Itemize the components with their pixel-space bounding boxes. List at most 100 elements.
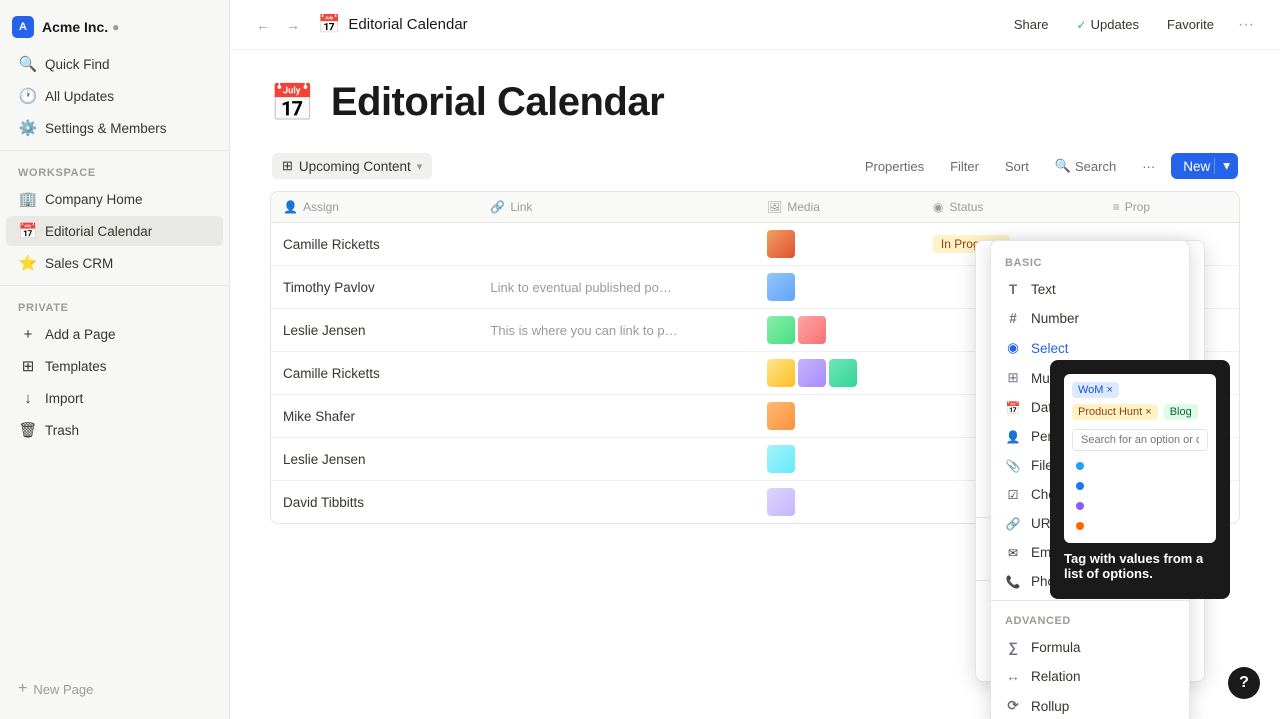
url-type-icon: 🔗 bbox=[1005, 517, 1021, 531]
cell-link[interactable]: This is where you can link to p… bbox=[478, 309, 755, 352]
cell-assign[interactable]: Camille Ricketts bbox=[271, 352, 478, 395]
sort-button[interactable]: Sort bbox=[995, 154, 1039, 179]
tooltip-search-input[interactable] bbox=[1072, 429, 1208, 451]
topbar-actions: Share ✓ Updates Favorite ··· bbox=[1004, 11, 1260, 39]
cell-media[interactable] bbox=[755, 395, 921, 438]
sidebar-item-quick-find[interactable]: 🔍 Quick Find bbox=[6, 49, 223, 79]
filter-button[interactable]: Filter bbox=[940, 154, 989, 179]
cell-assign[interactable]: Leslie Jensen bbox=[271, 309, 478, 352]
prop-col-icon: ≡ bbox=[1113, 200, 1120, 214]
cell-assign[interactable]: Timothy Pavlov bbox=[271, 266, 478, 309]
sidebar-item-sales-crm[interactable]: ⭐ Sales CRM bbox=[6, 248, 223, 278]
workspace-dropdown-icon: ● bbox=[112, 20, 119, 34]
type-relation[interactable]: ↔ Relation bbox=[991, 662, 1189, 691]
cell-assign[interactable]: Leslie Jensen bbox=[271, 438, 478, 481]
col-header-link: 🔗 Link bbox=[478, 192, 755, 223]
page-heading-text: Editorial Calendar bbox=[331, 80, 664, 125]
tooltip-tag-product-hunt: Product Hunt × bbox=[1072, 404, 1158, 420]
media-thumbnail bbox=[767, 230, 795, 258]
media-thumbnail bbox=[767, 402, 795, 430]
phone-type-icon: 📞 bbox=[1005, 575, 1021, 589]
db-view-button[interactable]: ⊞ Upcoming Content ▾ bbox=[272, 153, 432, 179]
type-number[interactable]: # Number bbox=[991, 304, 1189, 333]
templates-icon: ⊞ bbox=[18, 356, 38, 376]
media-thumbnail bbox=[767, 445, 795, 473]
media-thumbnail bbox=[767, 488, 795, 516]
settings-icon: ⚙️ bbox=[18, 118, 38, 138]
cell-link[interactable] bbox=[478, 438, 755, 481]
right-panel-divider bbox=[991, 600, 1189, 601]
media-col-icon: 🖼 bbox=[767, 200, 782, 214]
new-record-button[interactable]: New ▾ bbox=[1171, 153, 1238, 179]
workspace-header[interactable]: A Acme Inc. ● bbox=[0, 10, 229, 44]
cell-media[interactable] bbox=[755, 438, 921, 481]
sidebar-item-templates[interactable]: ⊞ Templates bbox=[6, 351, 223, 381]
workspace-name: Acme Inc. bbox=[42, 19, 108, 35]
tooltip-option-twitter[interactable]: Twitter bbox=[1072, 457, 1208, 475]
updates-button[interactable]: ✓ Updates bbox=[1067, 12, 1149, 37]
checkbox-type-icon: ☑ bbox=[1005, 488, 1021, 502]
cell-link[interactable] bbox=[478, 223, 755, 266]
cell-media[interactable] bbox=[755, 223, 921, 266]
cell-media[interactable] bbox=[755, 352, 921, 395]
cell-link[interactable] bbox=[478, 395, 755, 438]
editorial-calendar-icon: 📅 bbox=[18, 221, 38, 241]
sidebar-divider-1 bbox=[0, 150, 229, 151]
sidebar-item-editorial-calendar[interactable]: 📅 Editorial Calendar bbox=[6, 216, 223, 246]
cell-media[interactable] bbox=[755, 266, 921, 309]
rollup-type-icon: ⟳ bbox=[1005, 698, 1021, 714]
back-button[interactable]: ← bbox=[250, 12, 276, 38]
type-formula[interactable]: ∑ Formula bbox=[991, 633, 1189, 662]
person-type-icon: 👤 bbox=[1005, 430, 1021, 444]
more-db-options-button[interactable]: ··· bbox=[1132, 154, 1165, 179]
tooltip-options: Twitter Facebook WoM Hacker News bbox=[1072, 457, 1208, 535]
more-options-button[interactable]: ··· bbox=[1232, 11, 1260, 39]
properties-button[interactable]: Properties bbox=[855, 154, 934, 179]
sidebar-item-trash[interactable]: 🗑 Trash bbox=[6, 415, 223, 445]
cell-assign[interactable]: David Tibbitts bbox=[271, 481, 478, 524]
type-rollup[interactable]: ⟳ Rollup bbox=[991, 691, 1189, 719]
files-media-type-icon: 📎 bbox=[1005, 459, 1021, 473]
relation-type-icon: ↔ bbox=[1005, 669, 1021, 684]
search-button[interactable]: 🔍 Search bbox=[1045, 153, 1126, 179]
type-select[interactable]: ◉ Select bbox=[991, 333, 1189, 363]
sidebar-item-add-page[interactable]: + Add a Page bbox=[6, 319, 223, 349]
company-home-icon: 🏢 bbox=[18, 189, 38, 209]
tooltip-option-facebook[interactable]: Facebook bbox=[1072, 477, 1208, 495]
multi-select-type-icon: ⊞ bbox=[1005, 370, 1021, 386]
media-thumbnail bbox=[798, 316, 826, 344]
tooltip-option-wom[interactable]: WoM bbox=[1072, 497, 1208, 515]
cell-media[interactable] bbox=[755, 481, 921, 524]
sidebar-item-import[interactable]: ↓ Import bbox=[6, 383, 223, 413]
select-type-icon: ◉ bbox=[1005, 340, 1021, 356]
cell-media[interactable] bbox=[755, 309, 921, 352]
sidebar-item-all-updates[interactable]: 🕐 All Updates bbox=[6, 81, 223, 111]
new-page-button[interactable]: + New Page bbox=[6, 675, 223, 703]
cell-assign[interactable]: Mike Shafer bbox=[271, 395, 478, 438]
chevron-down-icon: ▾ bbox=[417, 160, 423, 173]
favorite-button[interactable]: Favorite bbox=[1157, 12, 1224, 37]
tooltip-title: Tag with values from a list of options. bbox=[1064, 551, 1216, 581]
new-dropdown-arrow[interactable]: ▾ bbox=[1214, 158, 1238, 174]
sidebar-item-company-home[interactable]: 🏢 Company Home bbox=[6, 184, 223, 214]
media-thumbnail bbox=[767, 273, 795, 301]
col-header-prop: ≡ Prop bbox=[1101, 192, 1239, 223]
tooltip-tag-wom: WoM × bbox=[1072, 382, 1119, 398]
share-button[interactable]: Share bbox=[1004, 12, 1059, 37]
cell-link[interactable] bbox=[478, 352, 755, 395]
tooltip-option-hacker-news[interactable]: Hacker News bbox=[1072, 517, 1208, 535]
new-page-plus-icon: + bbox=[18, 680, 27, 698]
type-text[interactable]: T Text bbox=[991, 275, 1189, 304]
workspace-icon: A bbox=[12, 16, 34, 38]
hn-dot bbox=[1076, 522, 1084, 530]
trash-icon: 🗑 bbox=[18, 420, 38, 440]
cell-link[interactable]: Link to eventual published po… bbox=[478, 266, 755, 309]
sidebar-item-settings[interactable]: ⚙️ Settings & Members bbox=[6, 113, 223, 143]
media-thumbnail bbox=[798, 359, 826, 387]
status-col-icon: ◉ bbox=[933, 200, 943, 214]
cell-link[interactable] bbox=[478, 481, 755, 524]
forward-button[interactable]: → bbox=[280, 12, 306, 38]
help-button[interactable]: ? bbox=[1228, 667, 1260, 699]
cell-assign[interactable]: Camille Ricketts bbox=[271, 223, 478, 266]
sales-crm-icon: ⭐ bbox=[18, 253, 38, 273]
